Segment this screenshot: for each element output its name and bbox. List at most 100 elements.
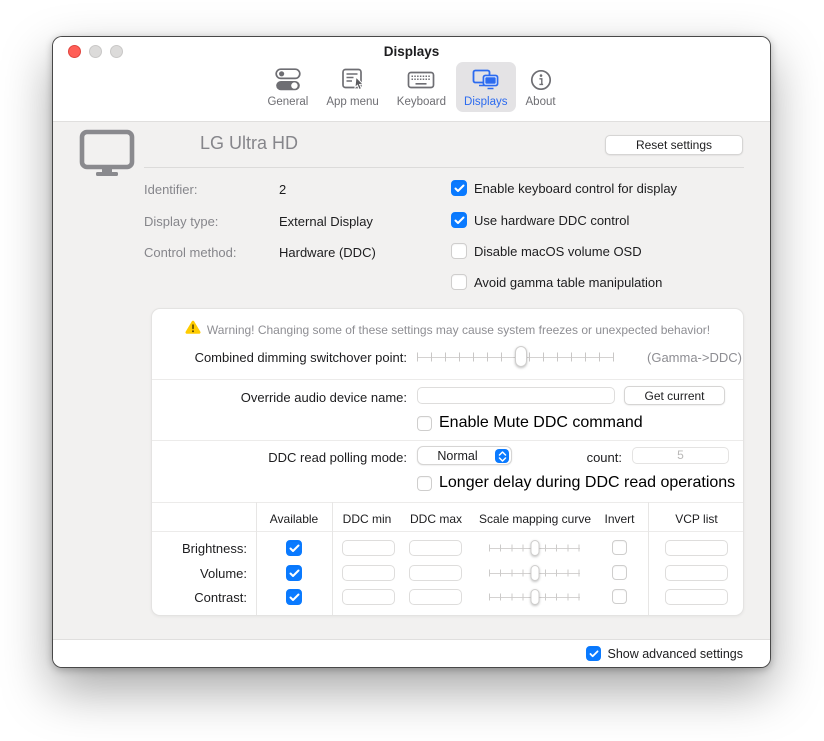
col-header-invert: Invert [592, 512, 647, 526]
warning-text: Warning! Changing some of these settings… [207, 323, 710, 337]
tab-displays[interactable]: Displays [456, 62, 515, 112]
brightness-vcp-input[interactable] [665, 540, 728, 556]
mute-row: Enable Mute DDC command [417, 414, 643, 432]
reset-settings-button[interactable]: Reset settings [605, 135, 743, 155]
table-vline [332, 502, 333, 615]
col-header-ddc-min: DDC min [332, 512, 402, 526]
panel-divider [152, 379, 743, 380]
control-method-label: Control method: [144, 245, 237, 260]
col-header-curve: Scale mapping curve [472, 512, 598, 526]
keyboard-icon [407, 67, 435, 93]
slider-thumb[interactable] [530, 589, 539, 605]
volume-invert-checkbox[interactable] [612, 565, 627, 580]
tab-keyboard[interactable]: Keyboard [389, 62, 454, 112]
avoid-gamma-checkbox[interactable] [451, 274, 467, 290]
hardware-ddc-label: Use hardware DDC control [474, 213, 629, 228]
brightness-curve-slider[interactable] [489, 540, 580, 556]
volume-curve-slider[interactable] [489, 565, 580, 581]
enable-mute-checkbox[interactable] [417, 416, 432, 431]
volume-available-checkbox[interactable] [286, 565, 302, 581]
brightness-invert-checkbox[interactable] [612, 540, 627, 555]
polling-mode-label: DDC read polling mode: [152, 450, 407, 465]
panel-divider [152, 440, 743, 441]
enable-mute-label: Enable Mute DDC command [439, 414, 643, 432]
disable-osd-checkbox[interactable] [451, 243, 467, 259]
tab-displays-label: Displays [464, 96, 507, 108]
contrast-ddc-min-input[interactable] [342, 589, 395, 605]
table-vline [256, 502, 257, 615]
warning-row: Warning! Changing some of these settings… [152, 320, 743, 339]
tab-keyboard-label: Keyboard [397, 96, 446, 108]
polling-mode-select[interactable]: Normal [417, 446, 512, 465]
count-label: count: [532, 450, 622, 465]
header-divider [144, 167, 744, 168]
keyboard-control-checkbox[interactable] [451, 180, 467, 196]
get-current-button[interactable]: Get current [624, 386, 725, 405]
contrast-ddc-max-input[interactable] [409, 589, 462, 605]
option-row: Avoid gamma table manipulation [451, 274, 662, 290]
tab-about-label: About [526, 96, 556, 108]
audio-name-input[interactable] [417, 387, 615, 404]
tab-general[interactable]: General [259, 62, 316, 112]
brightness-ddc-min-input[interactable] [342, 540, 395, 556]
panel-divider [152, 502, 743, 503]
keyboard-control-label: Enable keyboard control for display [474, 181, 677, 196]
show-advanced-label: Show advanced settings [607, 647, 743, 661]
longer-delay-label: Longer delay during DDC read operations [439, 474, 735, 492]
show-advanced-checkbox[interactable] [586, 646, 601, 661]
contrast-invert-checkbox[interactable] [612, 589, 627, 604]
titlebar: Displays General [53, 37, 770, 122]
delay-row: Longer delay during DDC read operations [417, 474, 735, 492]
brightness-ddc-max-input[interactable] [409, 540, 462, 556]
col-header-available: Available [256, 512, 332, 526]
display-type-value: External Display [279, 214, 373, 229]
tab-app-menu[interactable]: App menu [318, 62, 386, 112]
contrast-curve-slider[interactable] [489, 589, 580, 605]
dimming-slider[interactable] [417, 346, 614, 367]
displays-window: Displays General [52, 36, 771, 668]
count-input[interactable]: 5 [632, 447, 729, 464]
warning-icon [185, 320, 201, 339]
window-title: Displays [53, 44, 770, 59]
monitor-icon [79, 129, 135, 182]
brightness-available-checkbox[interactable] [286, 540, 302, 556]
audio-name-label: Override audio device name: [152, 390, 407, 405]
stepper-icon [495, 449, 509, 463]
row-contrast-label: Contrast: [152, 590, 247, 605]
dimming-label: Combined dimming switchover point: [152, 350, 407, 365]
table-vline [648, 502, 649, 615]
document-cursor-icon [339, 67, 367, 93]
row-brightness-label: Brightness: [152, 541, 247, 556]
volume-vcp-input[interactable] [665, 565, 728, 581]
identifier-value: 2 [279, 182, 286, 197]
tab-about[interactable]: About [518, 62, 564, 112]
slider-thumb[interactable] [515, 346, 527, 367]
option-row: Use hardware DDC control [451, 212, 629, 228]
longer-delay-checkbox[interactable] [417, 476, 432, 491]
display-name: LG Ultra HD [200, 133, 298, 154]
option-row: Disable macOS volume OSD [451, 243, 642, 259]
advanced-panel: Warning! Changing some of these settings… [151, 308, 744, 616]
displays-icon [472, 67, 500, 93]
slider-thumb[interactable] [530, 565, 539, 581]
dimming-suffix: (Gamma->DDC) [647, 350, 742, 365]
show-advanced-row: Show advanced settings [586, 646, 743, 661]
tab-general-label: General [267, 96, 308, 108]
contrast-available-checkbox[interactable] [286, 589, 302, 605]
col-header-vcp: VCP list [648, 512, 745, 526]
col-header-ddc-max: DDC max [402, 512, 470, 526]
disable-osd-label: Disable macOS volume OSD [474, 244, 642, 259]
footer: Show advanced settings [53, 639, 770, 667]
table-header-divider [152, 531, 743, 532]
display-type-label: Display type: [144, 214, 218, 229]
volume-ddc-max-input[interactable] [409, 565, 462, 581]
volume-ddc-min-input[interactable] [342, 565, 395, 581]
toolbar: General App menu [53, 62, 770, 112]
row-volume-label: Volume: [152, 566, 247, 581]
control-method-value: Hardware (DDC) [279, 245, 376, 260]
contrast-vcp-input[interactable] [665, 589, 728, 605]
info-icon [527, 67, 555, 93]
option-row: Enable keyboard control for display [451, 180, 677, 196]
hardware-ddc-checkbox[interactable] [451, 212, 467, 228]
slider-thumb[interactable] [530, 540, 539, 556]
